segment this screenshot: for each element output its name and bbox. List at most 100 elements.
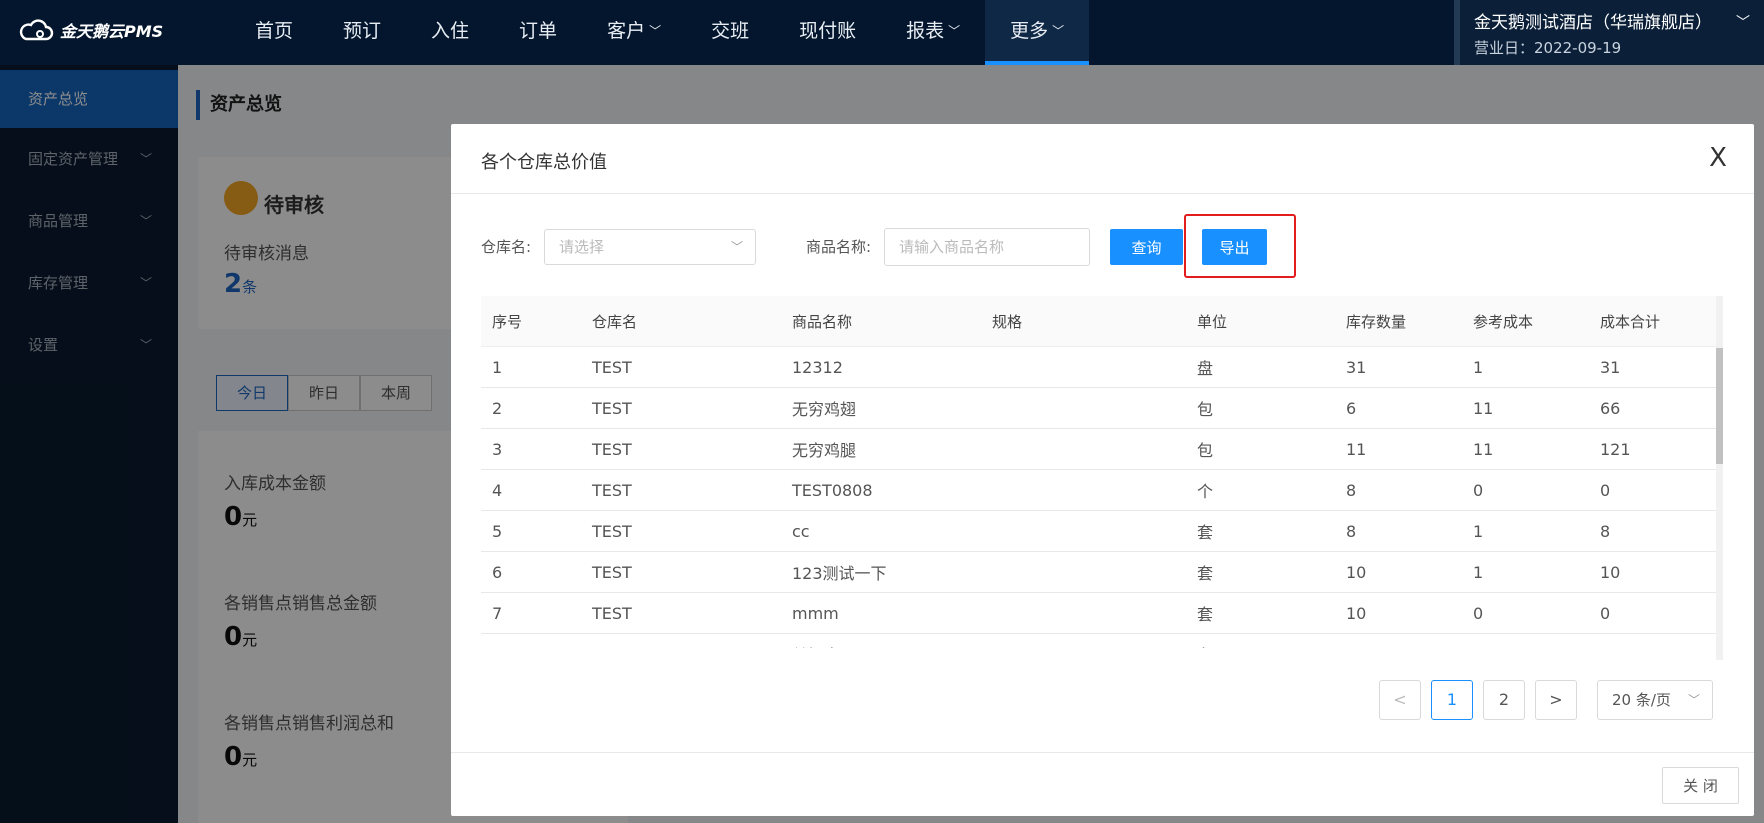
filter-bar: 仓库名: 请选择 ﹀ 商品名称: 查询 导出 bbox=[481, 214, 1721, 278]
warehouse-value-dialog: 各个仓库总价值 X 仓库名: 请选择 ﹀ 商品名称: 查询 导出 序号 仓库名 商品… bbox=[451, 124, 1754, 816]
table-cell: 6 bbox=[492, 562, 503, 582]
product-name-input[interactable] bbox=[884, 228, 1090, 266]
nav-item[interactable]: 现付账 bbox=[774, 0, 881, 65]
table-cell: 3 bbox=[492, 439, 503, 459]
hotel-switcher[interactable]: 金天鹅测试酒店（华瑞旗舰店） 营业日：2022-09-19 ﹀ bbox=[1454, 0, 1764, 65]
table-cell: mmm bbox=[792, 603, 839, 623]
table-cell: TEST bbox=[592, 398, 632, 418]
next-page-button[interactable]: > bbox=[1535, 680, 1577, 720]
table-cell: 条 bbox=[1186, 642, 1335, 648]
table-scrollbar-thumb[interactable] bbox=[1716, 348, 1723, 464]
table-body: 序号 仓库名 商品名称 规格 单位 库存数量 参考成本 成本合计 1 TEST 12312 盘 31 1 3… bbox=[481, 296, 1721, 648]
table-cell: 31 bbox=[1600, 357, 1621, 377]
table-cell: 0 bbox=[1473, 480, 1484, 500]
table-cell: 10 bbox=[1600, 562, 1621, 582]
table-cell: TEST bbox=[592, 521, 632, 541]
warehouse-label: 仓库名: bbox=[481, 238, 532, 256]
table-row[interactable]: 1 TEST 12312 盘 31 1 31 bbox=[481, 347, 1721, 388]
table-row[interactable]: 3 TEST 无穷鸡腿 包 11 11 121 bbox=[481, 429, 1721, 470]
table-cell: TEST0808 bbox=[792, 480, 873, 500]
table-cell: 1 bbox=[1473, 562, 1484, 582]
table-cell: 11 bbox=[1473, 398, 1494, 418]
nav-item[interactable]: 交班 bbox=[686, 0, 774, 65]
table-cell: TEST bbox=[592, 480, 632, 500]
cloud-logo-icon bbox=[19, 19, 54, 41]
table-cell: 11 bbox=[1473, 439, 1494, 459]
table-cell: 1 bbox=[1473, 357, 1484, 377]
table-cell: 8 bbox=[1346, 480, 1357, 500]
chevron-down-icon: ﹀ bbox=[1052, 24, 1065, 38]
product-name-label: 商品名称: bbox=[806, 238, 872, 256]
nav-item-label: 报表 bbox=[906, 20, 945, 42]
table-cell: 12312 bbox=[792, 357, 843, 377]
column-header: 参考成本 bbox=[1473, 312, 1534, 331]
table-cell: 31 bbox=[1346, 357, 1367, 377]
table-cell: TEST bbox=[581, 645, 781, 649]
table-row[interactable]: 6 TEST 123测试一下 套 10 1 10 bbox=[481, 552, 1721, 593]
column-header: 序号 bbox=[492, 312, 523, 331]
table-cell: 123测试一下 bbox=[792, 564, 887, 583]
table-cell: TEST bbox=[592, 439, 632, 459]
chevron-down-icon: ﹀ bbox=[730, 240, 743, 254]
table-cell: 4 bbox=[492, 480, 503, 500]
nav-item-label: 更多 bbox=[1010, 20, 1049, 42]
table-cell: 2 bbox=[492, 398, 503, 418]
dialog-footer: 关 闭 bbox=[451, 752, 1754, 816]
table-row[interactable]: 4 TEST TEST0808 个 8 0 0 bbox=[481, 470, 1721, 511]
chevron-down-icon: ﹀ bbox=[649, 24, 662, 38]
nav-item-label: 交班 bbox=[711, 20, 750, 42]
table-row[interactable]: 5 TEST cc 套 8 1 8 bbox=[481, 511, 1721, 552]
table-cell: 121 bbox=[1600, 439, 1631, 459]
nav-item-label: 首页 bbox=[255, 20, 294, 42]
table-cell: 5 bbox=[492, 521, 503, 541]
column-header: 库存数量 bbox=[1346, 312, 1407, 331]
close-icon[interactable]: X bbox=[1702, 142, 1734, 174]
table-cell: 80 bbox=[1589, 645, 1721, 649]
table-cell: 盘 bbox=[1197, 359, 1214, 378]
nav-item-label: 预订 bbox=[343, 20, 382, 42]
column-header: 规格 bbox=[992, 312, 1023, 331]
nav-item[interactable]: 订单 bbox=[494, 0, 582, 65]
chevron-down-icon: ﹀ bbox=[1687, 693, 1700, 707]
nav-item[interactable]: 更多 ﹀ bbox=[985, 0, 1090, 65]
nav-item[interactable]: 首页 bbox=[230, 0, 318, 65]
top-navbar: 金天鹅云PMS 首页 预订 入住 订单 客户 ﹀ 交班 现付账 报表 ﹀ 更多 ﹀ 金天鹅测试酒店（华… bbox=[0, 0, 1764, 65]
table-cell: TEST bbox=[592, 603, 632, 623]
close-button[interactable]: 关 闭 bbox=[1662, 767, 1739, 804]
table-cell: 1 bbox=[1473, 521, 1484, 541]
table-cell: 8 bbox=[1346, 521, 1357, 541]
table-header-row: 序号 仓库名 商品名称 规格 单位 库存数量 参考成本 成本合计 bbox=[481, 296, 1721, 347]
nav-item[interactable]: 入住 bbox=[406, 0, 494, 65]
app-logo[interactable]: 金天鹅云PMS bbox=[18, 16, 163, 44]
page-size-select[interactable]: 20 条/页 ﹀ bbox=[1597, 680, 1713, 720]
nav-item[interactable]: 客户 ﹀ bbox=[582, 0, 686, 65]
table-cell: 套 bbox=[1197, 564, 1214, 583]
inventory-table: 序号 仓库名 商品名称 规格 单位 库存数量 参考成本 成本合计 1 TEST 12312 盘 31 1 3… bbox=[481, 296, 1721, 648]
table-cell: 包 bbox=[1197, 400, 1214, 419]
table-cell: 11 bbox=[1346, 439, 1367, 459]
warehouse-select-placeholder: 请选择 bbox=[559, 238, 605, 256]
table-row[interactable]: 7 TEST mmm 套 10 0 0 bbox=[481, 593, 1721, 634]
table-cell: 10 bbox=[1346, 562, 1367, 582]
table-row[interactable]: 2 TEST 无穷鸡翅 包 6 11 66 bbox=[481, 388, 1721, 429]
query-button[interactable]: 查询 bbox=[1110, 229, 1183, 265]
export-highlight-box bbox=[1184, 214, 1296, 278]
page-1-button[interactable]: 1 bbox=[1431, 680, 1473, 720]
dialog-title: 各个仓库总价值 bbox=[481, 152, 607, 173]
table-cell: 套 bbox=[1197, 523, 1214, 542]
column-header: 单位 bbox=[1197, 312, 1228, 331]
column-header: 商品名称 bbox=[792, 312, 853, 331]
nav-item[interactable]: 预订 bbox=[318, 0, 406, 65]
warehouse-select[interactable]: 请选择 ﹀ bbox=[544, 229, 756, 265]
table-cell: 无穷鸡翅 bbox=[792, 400, 857, 419]
table-row[interactable]: 8TEST单操商品条81080 bbox=[481, 634, 1721, 649]
dialog-header: 各个仓库总价值 X bbox=[451, 124, 1754, 194]
chevron-down-icon: ﹀ bbox=[1736, 15, 1750, 31]
page-size-value: 20 条/页 bbox=[1612, 691, 1671, 709]
nav-item-label: 现付账 bbox=[799, 20, 857, 42]
page-2-button[interactable]: 2 bbox=[1483, 680, 1525, 720]
prev-page-button[interactable]: < bbox=[1379, 680, 1421, 720]
column-header: 成本合计 bbox=[1600, 312, 1661, 331]
table-cell: 无穷鸡腿 bbox=[792, 441, 857, 460]
nav-item[interactable]: 报表 ﹀ bbox=[881, 0, 985, 65]
